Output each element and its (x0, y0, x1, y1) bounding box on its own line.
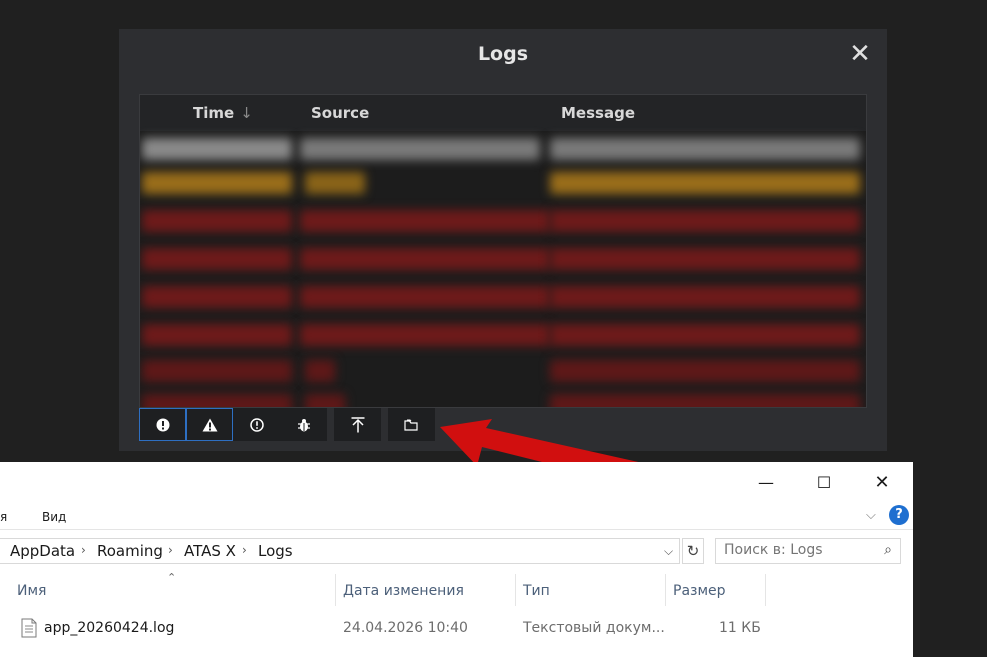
file-name: app_20260424.log (44, 620, 175, 636)
log-row[interactable] (140, 203, 866, 237)
redacted-source (300, 248, 550, 270)
chevron-down-icon[interactable]: ⌵ (664, 544, 673, 559)
redacted-message (550, 138, 860, 160)
column-header-date[interactable]: Дата изменения (343, 583, 464, 599)
column-header-size[interactable]: Размер (673, 583, 726, 599)
warning-filter-button[interactable] (186, 408, 233, 441)
debug-filter-button[interactable] (280, 408, 327, 441)
file-row[interactable]: app_20260424.log 24.04.2026 10:40 Тексто… (0, 616, 913, 642)
redacted-message (550, 248, 860, 270)
redacted-message (550, 324, 860, 346)
chevron-right-icon[interactable]: › (81, 543, 86, 557)
file-size: 11 КБ (719, 620, 761, 636)
redacted-source (300, 324, 550, 346)
logs-dialog: Logs ✕ Time ↓ Source Message (119, 29, 887, 451)
redacted-source (300, 210, 550, 232)
log-row[interactable] (140, 165, 866, 199)
redacted-time (142, 138, 292, 160)
redacted-time (142, 394, 292, 407)
column-header-message[interactable]: Message (561, 104, 635, 122)
redacted-message (550, 172, 860, 194)
log-row[interactable] (140, 131, 866, 165)
logs-toolbar (139, 408, 435, 442)
file-list-header: ⌃ Имя Дата изменения Тип Размер (0, 571, 913, 606)
dialog-title: Logs (477, 43, 529, 65)
breadcrumb-roaming[interactable]: Roaming (97, 542, 163, 560)
column-divider[interactable] (515, 574, 516, 606)
search-input[interactable] (724, 542, 869, 558)
ribbon-tab-partial[interactable]: я (0, 510, 7, 524)
log-row[interactable] (140, 317, 866, 351)
open-folder-icon (404, 419, 418, 431)
log-row[interactable] (140, 241, 866, 275)
address-bar[interactable]: AppData › Roaming › ATAS X › Logs ⌵ (0, 538, 680, 564)
file-type: Текстовый докум... (523, 620, 665, 636)
redacted-source (305, 394, 345, 407)
log-row[interactable] (140, 353, 866, 387)
redacted-time (142, 248, 292, 270)
breadcrumb-logs[interactable]: Logs (258, 542, 293, 560)
chevron-right-icon[interactable]: › (242, 543, 247, 557)
file-explorer-window: — ☐ ✕ я Вид ⌵ ? AppData › Roaming › ATAS… (0, 462, 913, 657)
close-window-button[interactable]: ✕ (862, 472, 902, 494)
redacted-message (550, 360, 860, 382)
scroll-to-top-icon (351, 416, 364, 432)
error-filter-icon (156, 418, 169, 431)
column-time-label: Time (193, 104, 235, 122)
text-file-icon (21, 618, 37, 638)
redacted-source (305, 360, 335, 382)
search-box[interactable]: ⌕ (715, 538, 901, 564)
sort-up-icon: ⌃ (167, 571, 177, 584)
search-icon[interactable]: ⌕ (884, 542, 892, 558)
redacted-time (142, 210, 292, 232)
redacted-time (142, 172, 292, 194)
redacted-time (142, 286, 292, 308)
column-header-name[interactable]: Имя (17, 583, 46, 599)
maximize-button[interactable]: ☐ (804, 472, 844, 494)
sort-down-icon: ↓ (240, 104, 253, 122)
debug-filter-icon (297, 418, 310, 431)
refresh-button[interactable]: ↻ (682, 538, 704, 564)
ribbon-tab-view[interactable]: Вид (42, 510, 66, 524)
column-header-type[interactable]: Тип (523, 583, 550, 599)
divider (0, 529, 913, 530)
info-filter-button[interactable] (233, 408, 280, 441)
column-header-time[interactable]: Time ↓ (193, 104, 253, 122)
info-filter-icon (249, 417, 264, 432)
logs-table: Time ↓ Source Message (139, 94, 867, 408)
redacted-source (305, 172, 365, 194)
logs-rows (140, 131, 866, 407)
redacted-message (550, 210, 860, 232)
minimize-button[interactable]: — (746, 472, 786, 494)
redacted-source (300, 138, 540, 160)
redacted-message (550, 394, 860, 407)
redacted-time (142, 360, 292, 382)
help-icon[interactable]: ? (889, 505, 909, 525)
column-header-source[interactable]: Source (311, 104, 369, 122)
chevron-right-icon[interactable]: › (168, 543, 173, 557)
log-row[interactable] (140, 387, 866, 407)
column-divider[interactable] (765, 574, 766, 606)
error-filter-button[interactable] (139, 408, 186, 441)
ribbon-tabs: я Вид ⌵ (0, 506, 913, 530)
breadcrumb-appdata[interactable]: AppData (10, 542, 75, 560)
breadcrumb-atas-x[interactable]: ATAS X (184, 542, 236, 560)
close-icon[interactable]: ✕ (847, 41, 873, 67)
column-divider[interactable] (335, 574, 336, 606)
log-row[interactable] (140, 279, 866, 313)
file-date-modified: 24.04.2026 10:40 (343, 620, 468, 636)
open-folder-button[interactable] (388, 408, 435, 441)
chevron-down-icon[interactable]: ⌵ (866, 508, 876, 523)
warning-filter-icon (202, 418, 217, 431)
column-divider[interactable] (665, 574, 666, 606)
redacted-time (142, 324, 292, 346)
redacted-message (550, 286, 860, 308)
logs-table-header: Time ↓ Source Message (140, 95, 866, 131)
scroll-to-top-button[interactable] (334, 408, 381, 441)
refresh-icon: ↻ (686, 542, 700, 560)
redacted-source (300, 286, 550, 308)
